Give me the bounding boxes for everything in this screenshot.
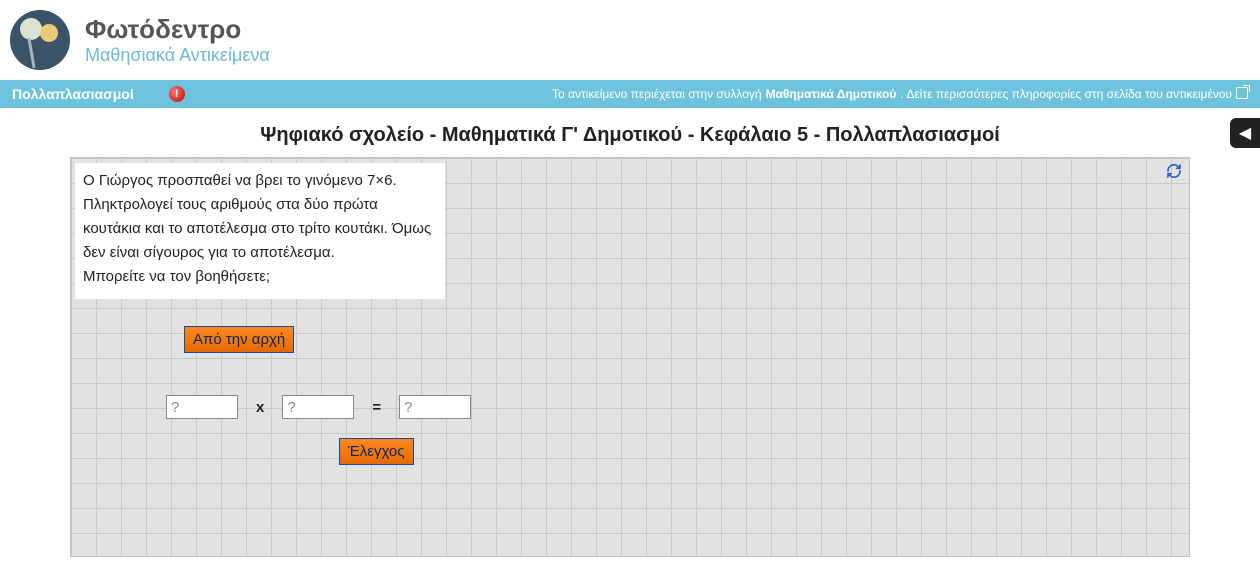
operand-1-input[interactable] <box>166 395 238 419</box>
operand-2-input[interactable] <box>282 395 354 419</box>
instruction-box: Ο Γιώργος προσπαθεί να βρει το γινόμενο … <box>75 163 445 299</box>
info-text-suffix: . Δείτε περισσότερες πληροφορίες στη σελ… <box>900 87 1232 101</box>
alert-icon[interactable]: ! <box>169 86 185 102</box>
instruction-line-3: Μπορείτε να τον βοηθήσετε; <box>83 265 437 289</box>
check-button[interactable]: Έλεγχος <box>339 438 414 465</box>
instruction-line-2: Πληκτρολογεί τους αριθμούς στα δύο πρώτα… <box>83 193 437 265</box>
instruction-line-1: Ο Γιώργος προσπαθεί να βρει το γινόμενο … <box>83 169 437 193</box>
info-bar-left: Πολλαπλασιασμοί ! <box>12 86 185 102</box>
info-text-collection: Μαθηματικά Δημοτικού <box>766 87 897 101</box>
page-title: Ψηφιακό σχολείο - Μαθηματικά Γ' Δημοτικο… <box>0 108 1260 157</box>
equals-symbol: = <box>372 399 381 416</box>
times-symbol: x <box>256 399 264 416</box>
site-logo <box>10 10 70 70</box>
header-text: Φωτόδεντρο Μαθησιακά Αντικείμενα <box>85 14 270 66</box>
site-header: Φωτόδεντρο Μαθησιακά Αντικείμενα <box>0 0 1260 80</box>
external-link[interactable] <box>1236 87 1248 102</box>
side-tab[interactable]: ◀ <box>1230 118 1260 148</box>
info-bar-right: Το αντικείμενο περιέχεται στην συλλογή Μ… <box>552 87 1248 102</box>
info-bar: Πολλαπλασιασμοί ! Το αντικείμενο περιέχε… <box>0 80 1260 108</box>
site-subtitle: Μαθησιακά Αντικείμενα <box>85 45 270 66</box>
info-text-prefix: Το αντικείμενο περιέχεται στην συλλογή <box>552 87 762 101</box>
result-input[interactable] <box>399 395 471 419</box>
refresh-icon[interactable] <box>1165 162 1183 180</box>
restart-button[interactable]: Από την αρχή <box>184 326 294 353</box>
object-title: Πολλαπλασιασμοί <box>12 86 134 102</box>
workspace: Ο Γιώργος προσπαθεί να βρει το γινόμενο … <box>70 157 1190 557</box>
chevron-left-icon: ◀ <box>1239 123 1251 143</box>
external-link-icon <box>1236 87 1248 99</box>
calc-row: x = <box>166 395 471 419</box>
site-title: Φωτόδεντρο <box>85 14 270 45</box>
